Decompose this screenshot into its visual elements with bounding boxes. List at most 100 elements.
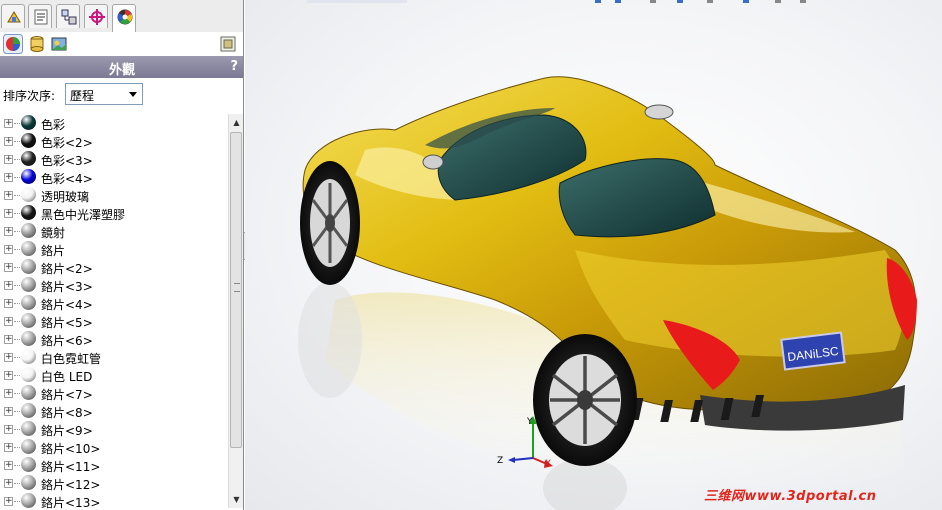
scroll-down-arrow-icon[interactable]: ▼ <box>230 493 243 506</box>
chevron-down-icon <box>129 92 137 97</box>
appearance-item[interactable]: + 黑色中光澤塑膠 <box>0 204 228 222</box>
expand-icon[interactable]: + <box>4 245 13 254</box>
tree-connector <box>14 195 20 196</box>
appearance-item[interactable]: + 鉻片 <box>0 240 228 258</box>
reference-triad: Y X Z <box>497 416 553 469</box>
appearance-swatch-icon <box>21 151 36 166</box>
appearance-swatch-icon <box>21 115 36 130</box>
expand-icon[interactable]: + <box>4 173 13 182</box>
appearance-swatch-icon <box>21 313 36 328</box>
appearance-label: 鉻片<5> <box>41 316 93 330</box>
options-icon <box>220 36 236 52</box>
appearance-swatch-icon <box>21 385 36 400</box>
appearances-button[interactable] <box>3 34 23 54</box>
appearances-icon <box>3 34 23 54</box>
expand-icon[interactable]: + <box>4 335 13 344</box>
expand-icon[interactable]: + <box>4 425 13 434</box>
appearance-swatch-icon <box>21 421 36 436</box>
display-manager-panel: 外觀 ? 排序次序: 歷程 + 色彩 + 色彩<2> + 色彩<3> + 色彩<4> + 透明玻璃… <box>0 0 244 510</box>
expand-icon[interactable]: + <box>4 497 13 506</box>
expand-icon[interactable]: + <box>4 353 13 362</box>
appearance-label: 鉻片<7> <box>41 388 93 402</box>
appearance-label: 鉻片<3> <box>41 280 93 294</box>
expand-icon[interactable]: + <box>4 389 13 398</box>
appearance-item[interactable]: + 鉻片<5> <box>0 312 228 330</box>
appearance-label: 鉻片<6> <box>41 334 93 348</box>
vertical-scrollbar[interactable]: ▲ ▼ <box>228 114 243 508</box>
scroll-up-arrow-icon[interactable]: ▲ <box>230 116 243 129</box>
expand-icon[interactable]: + <box>4 227 13 236</box>
expand-icon[interactable]: + <box>4 137 13 146</box>
tree-connector <box>14 303 20 304</box>
sort-order-row: 排序次序: 歷程 <box>0 80 243 108</box>
scenes-button[interactable] <box>50 34 70 54</box>
expand-icon[interactable]: + <box>4 443 13 452</box>
expand-icon[interactable]: + <box>4 461 13 470</box>
appearance-item[interactable]: + 鉻片<6> <box>0 330 228 348</box>
appearance-swatch-icon <box>21 223 36 238</box>
expand-icon[interactable]: + <box>4 299 13 308</box>
expand-icon[interactable]: + <box>4 317 13 326</box>
appearance-item[interactable]: + 鉻片<2> <box>0 258 228 276</box>
appearance-item[interactable]: + 白色 LED <box>0 366 228 384</box>
appearance-swatch-icon <box>21 205 36 220</box>
sort-order-label: 排序次序: <box>3 89 56 103</box>
tree-connector <box>14 213 20 214</box>
decals-button[interactable] <box>27 34 47 54</box>
appearance-item[interactable]: + 白色霓虹管 <box>0 348 228 366</box>
appearance-item[interactable]: + 鉻片<13> <box>0 492 228 510</box>
appearance-label: 鉻片<9> <box>41 424 93 438</box>
tab-feature-manager[interactable] <box>1 4 25 28</box>
appearance-label: 鉻片<8> <box>41 406 93 420</box>
tab-display-manager[interactable] <box>112 4 136 32</box>
expand-icon[interactable]: + <box>4 119 13 128</box>
tree-connector <box>14 429 20 430</box>
tree-connector <box>14 375 20 376</box>
appearance-item[interactable]: + 鏡射 <box>0 222 228 240</box>
appearance-label: 色彩 <box>41 118 66 132</box>
graphics-viewport[interactable]: DANiLSC Y X Z <box>245 0 942 510</box>
tab-dimxpert[interactable] <box>84 4 108 28</box>
appearance-item[interactable]: + 鉻片<9> <box>0 420 228 438</box>
appearance-item[interactable]: + 鉻片<12> <box>0 474 228 492</box>
expand-icon[interactable]: + <box>4 371 13 380</box>
tree-connector <box>14 357 20 358</box>
appearance-item[interactable]: + 鉻片<4> <box>0 294 228 312</box>
help-button[interactable]: ? <box>230 59 238 74</box>
appearance-list: + 色彩 + 色彩<2> + 色彩<3> + 色彩<4> + 透明玻璃 + 黑色中光澤塑膠 + 鏡射 + 鉻片… <box>0 114 228 510</box>
appearance-item[interactable]: + 色彩<3> <box>0 150 228 168</box>
sort-order-select[interactable]: 歷程 <box>65 83 143 105</box>
appearance-swatch-icon <box>21 493 36 508</box>
appearance-item[interactable]: + 色彩 <box>0 114 228 132</box>
tab-configuration-manager[interactable] <box>56 4 80 28</box>
scrollbar-thumb[interactable] <box>230 132 242 448</box>
tree-connector <box>14 465 20 466</box>
expand-icon[interactable]: + <box>4 479 13 488</box>
sort-order-value: 歷程 <box>70 89 95 103</box>
appearance-swatch-icon <box>21 259 36 274</box>
triad-x-label: X <box>545 459 551 469</box>
appearance-label: 鉻片<11> <box>41 460 101 474</box>
appearance-label: 鉻片<13> <box>41 496 101 510</box>
tab-property-manager[interactable] <box>28 4 52 28</box>
appearance-item[interactable]: + 鉻片<10> <box>0 438 228 456</box>
watermark-text: 三维网www.3dportal.cn <box>704 489 877 504</box>
appearance-swatch-icon <box>21 457 36 472</box>
appearance-item[interactable]: + 鉻片<8> <box>0 402 228 420</box>
expand-icon[interactable]: + <box>4 281 13 290</box>
appearance-item[interactable]: + 透明玻璃 <box>0 186 228 204</box>
expand-icon[interactable]: + <box>4 209 13 218</box>
scenes-icon <box>51 37 67 51</box>
expand-icon[interactable]: + <box>4 155 13 164</box>
appearance-item[interactable]: + 色彩<2> <box>0 132 228 150</box>
expand-icon[interactable]: + <box>4 263 13 272</box>
appearance-label: 鉻片<4> <box>41 298 93 312</box>
appearance-item[interactable]: + 鉻片<3> <box>0 276 228 294</box>
options-button[interactable] <box>218 34 238 54</box>
expand-icon[interactable]: + <box>4 407 13 416</box>
appearance-item[interactable]: + 鉻片<11> <box>0 456 228 474</box>
expand-icon[interactable]: + <box>4 191 13 200</box>
appearance-item[interactable]: + 色彩<4> <box>0 168 228 186</box>
appearance-item[interactable]: + 鉻片<7> <box>0 384 228 402</box>
decals-icon <box>30 36 44 52</box>
